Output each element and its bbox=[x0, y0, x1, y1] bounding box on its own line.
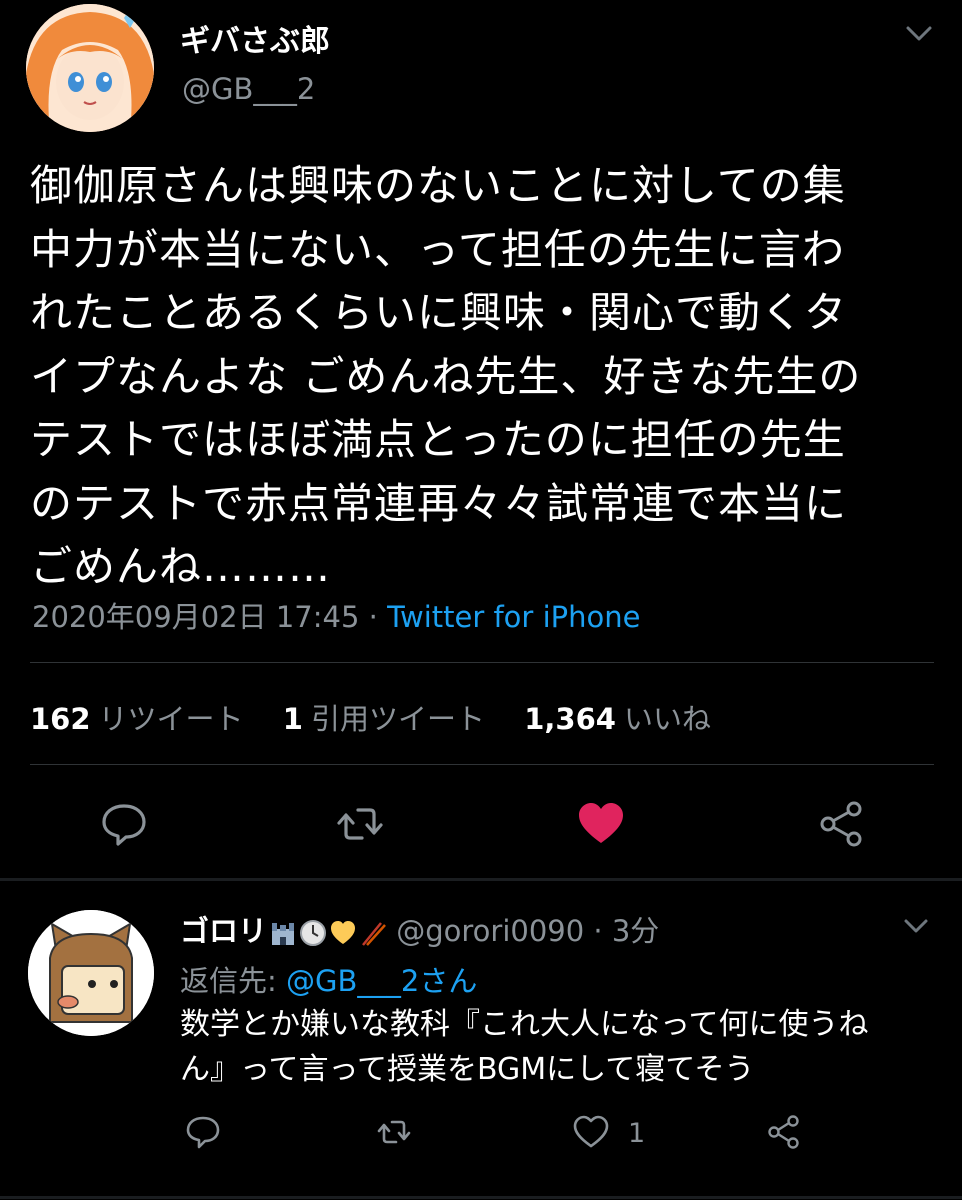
quotes-stat[interactable]: 1 引用ツイート bbox=[283, 702, 485, 736]
quotes-label: 引用ツイート bbox=[310, 702, 485, 736]
tweet-source-link[interactable]: Twitter for iPhone bbox=[387, 600, 640, 634]
engagement-stats: 162 リツイート 1 引用ツイート 1,364 いいね bbox=[30, 696, 741, 738]
chevron-down-icon[interactable] bbox=[904, 20, 934, 46]
tweet-actions bbox=[0, 796, 962, 852]
replying-prefix: 返信先: bbox=[180, 964, 286, 998]
retweets-count: 162 bbox=[30, 702, 91, 736]
chevron-down-icon[interactable] bbox=[902, 914, 930, 938]
meta-separator: · bbox=[359, 600, 388, 634]
yellow-heart-icon bbox=[331, 921, 356, 944]
like-icon[interactable] bbox=[571, 1112, 611, 1152]
main-tweet: ギバさぶ郎 @GB___2 御伽原さんは興味のないことに対しての集 中力が本当に… bbox=[0, 0, 962, 880]
likes-count: 1,364 bbox=[524, 702, 616, 736]
tweet-text: 御伽原さんは興味のないことに対しての集 中力が本当にない、って担任の先生に言わ … bbox=[30, 161, 862, 591]
reply-avatar[interactable] bbox=[28, 910, 154, 1036]
reply-time[interactable]: 3分 bbox=[612, 914, 659, 948]
clock-icon bbox=[300, 920, 327, 946]
like-icon[interactable] bbox=[573, 796, 629, 852]
author-avatar[interactable] bbox=[26, 4, 154, 132]
author-handle[interactable]: @GB___2 bbox=[182, 72, 315, 106]
reply-display-name[interactable]: ゴロリ bbox=[180, 914, 267, 948]
retweets-stat[interactable]: 162 リツイート bbox=[30, 702, 244, 736]
reply-time-separator: · bbox=[584, 914, 612, 948]
retweet-icon[interactable] bbox=[332, 796, 388, 852]
share-icon[interactable] bbox=[814, 796, 870, 852]
retweets-label: リツイート bbox=[98, 702, 244, 736]
reply-handle[interactable]: @gorori0090 bbox=[396, 914, 584, 948]
divider bbox=[30, 662, 934, 663]
reply-icon[interactable] bbox=[96, 796, 152, 852]
share-icon[interactable] bbox=[764, 1112, 804, 1152]
castle-icon bbox=[272, 923, 295, 945]
likes-label: いいね bbox=[623, 702, 711, 736]
replying-to-link[interactable]: @GB___2さん bbox=[286, 964, 477, 998]
reply-text: 数学とか嫌いな教科『これ大人になって何に使うね ん』って言って授業をBGMにして… bbox=[180, 1007, 869, 1087]
divider bbox=[30, 764, 934, 765]
retweet-icon[interactable] bbox=[374, 1112, 414, 1152]
tweet-timestamp: 2020年09月02日 17:45 bbox=[32, 600, 360, 634]
reply-actions bbox=[0, 1112, 962, 1156]
reply-tweet[interactable]: ゴロリ @gorori0090 · 3分 返信先: @GB___2さん 数学とか… bbox=[0, 884, 962, 1200]
quotes-count: 1 bbox=[282, 702, 303, 736]
section-separator bbox=[0, 878, 962, 881]
reply-like-count: 1 bbox=[628, 1118, 646, 1149]
author-display-name[interactable]: ギバさぶ郎 bbox=[180, 16, 330, 60]
likes-stat[interactable]: 1,364 いいね bbox=[524, 702, 711, 736]
reply-header: ゴロリ @gorori0090 · 3分 bbox=[180, 908, 659, 950]
replying-to: 返信先: @GB___2さん bbox=[180, 958, 477, 1000]
reply-icon[interactable] bbox=[183, 1112, 223, 1152]
chopsticks-icon bbox=[362, 922, 386, 946]
tweet-meta: 2020年09月02日 17:45 · Twitter for iPhone bbox=[32, 594, 640, 636]
section-separator bbox=[0, 1196, 962, 1199]
